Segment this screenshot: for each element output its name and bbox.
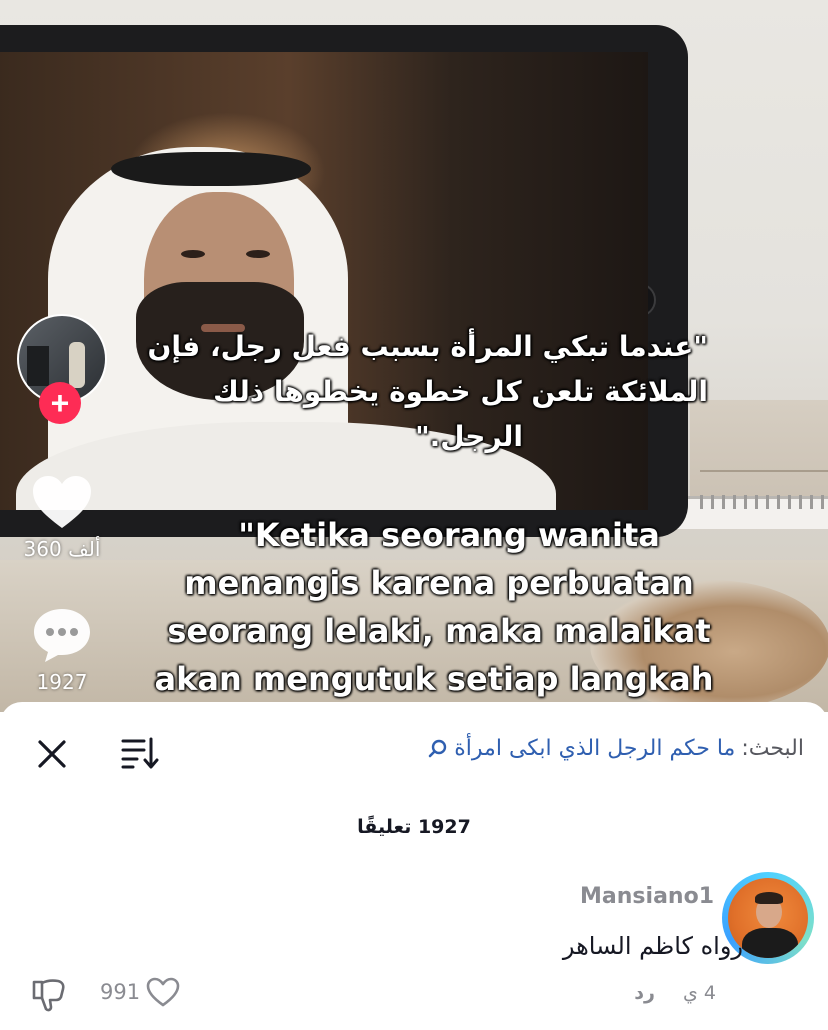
notebook-spiral	[700, 495, 828, 509]
caption-indonesian-line: "Ketika seorang wanita	[238, 516, 660, 554]
comment-username[interactable]: Mansiano1	[580, 884, 714, 909]
person-eye	[181, 250, 205, 258]
tablet-screen	[0, 52, 648, 510]
avatar-photo-detail	[742, 928, 798, 958]
avatar-photo-detail	[755, 892, 783, 904]
reply-button[interactable]: رد	[634, 982, 655, 1004]
comments-count: 1927	[36, 670, 88, 694]
person-eye	[246, 250, 270, 258]
video-player[interactable]: "عندما تبكي المرأة بسبب فعل رجل، فإن الم…	[0, 0, 828, 712]
comment-like-button[interactable]: 991	[100, 977, 180, 1007]
caption-indonesian-line: seorang lelaki, maka malaikat	[167, 612, 711, 650]
comment-meta: 4 ي رد	[634, 982, 716, 1004]
search-query-link[interactable]: ما حكم الرجل الذي ابكى امرأة	[454, 736, 735, 761]
search-icon	[428, 739, 447, 757]
caption-arabic-line: الملائكة تلعن كل خطوة يخطوها ذلك	[213, 375, 708, 408]
caption-indonesian-line: akan mengutuk setiap langkah	[154, 660, 714, 698]
comment-like-count: 991	[100, 980, 141, 1004]
search-label: البحث:	[741, 736, 804, 761]
comments-sheet: البحث: ما حكم الرجل الذي ابكى امرأة 1927…	[0, 702, 828, 1030]
cabinet-edge	[700, 470, 828, 472]
likes-count: 360 ألف	[23, 537, 101, 561]
follow-button[interactable]: +	[39, 382, 81, 424]
close-icon[interactable]	[35, 737, 69, 771]
comment-age: 4 ي	[682, 982, 716, 1004]
person-agal	[111, 152, 311, 186]
comment-text: رواه كاظم الساهر	[562, 932, 743, 960]
caption-arabic-line: "عندما تبكي المرأة بسبب فعل رجل، فإن	[147, 330, 708, 363]
avatar-photo-detail	[69, 342, 85, 388]
heart-outline-icon	[146, 977, 180, 1007]
comments-count-title: 1927 تعليقًا	[357, 816, 471, 838]
caption-arabic-line: الرجل."	[415, 420, 523, 453]
avatar-photo-detail	[27, 346, 49, 386]
related-search[interactable]: البحث: ما حكم الرجل الذي ابكى امرأة	[428, 736, 804, 761]
caption-indonesian-line: menangis karena perbuatan	[184, 564, 694, 602]
thumbs-down-icon[interactable]	[30, 976, 68, 1014]
comment-bubble-icon[interactable]	[31, 606, 93, 664]
sort-icon[interactable]	[120, 735, 160, 771]
heart-icon[interactable]	[31, 474, 93, 530]
